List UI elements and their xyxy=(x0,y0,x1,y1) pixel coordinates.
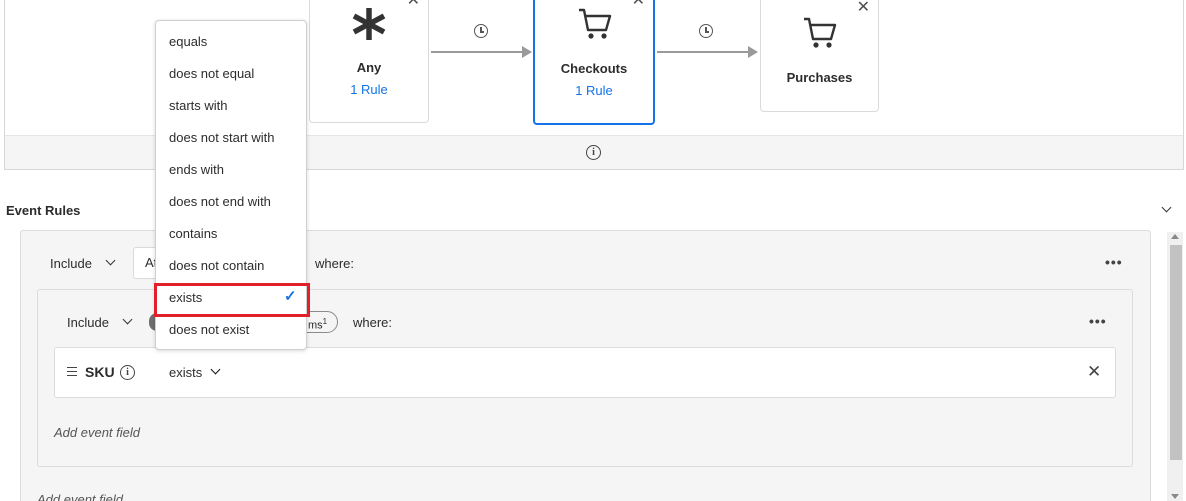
menu-item[interactable]: does not contain xyxy=(156,250,306,282)
cart-icon xyxy=(804,17,837,48)
scroll-down-arrow[interactable] xyxy=(1171,494,1179,499)
add-event-field-link[interactable]: Add event field xyxy=(37,492,123,501)
menu-item[interactable]: equals xyxy=(156,26,306,58)
scrollbar-thumb[interactable] xyxy=(1170,245,1182,460)
clock-icon[interactable] xyxy=(474,24,488,38)
info-icon[interactable]: i xyxy=(120,365,135,380)
asterisk-icon xyxy=(352,8,386,40)
cart-icon xyxy=(579,8,612,39)
badge-sup: 1 xyxy=(322,317,328,326)
menu-item[interactable]: ends with xyxy=(156,154,306,186)
close-icon[interactable]: ✕ xyxy=(407,0,420,9)
field-name: SKU xyxy=(85,364,115,380)
menu-item[interactable]: does not exist xyxy=(156,314,306,346)
add-event-field-link[interactable]: Add event field xyxy=(54,425,140,440)
menu-item[interactable]: starts with xyxy=(156,90,306,122)
include-select[interactable]: Include xyxy=(50,256,92,271)
close-icon[interactable]: ✕ xyxy=(857,0,870,16)
menu-item[interactable]: does not equal xyxy=(156,58,306,90)
menu-item[interactable]: does not end with xyxy=(156,186,306,218)
node-title: Purchases xyxy=(786,70,853,85)
flow-arrow xyxy=(431,51,523,53)
include-select[interactable]: Include xyxy=(67,315,109,330)
menu-item[interactable]: contains xyxy=(156,218,306,250)
event-rules-title: Event Rules xyxy=(6,203,81,218)
remove-field-icon[interactable]: ✕ xyxy=(1087,362,1101,382)
arrowhead xyxy=(748,46,758,58)
badge-text: ms xyxy=(308,319,323,332)
node-title: Any xyxy=(356,60,382,75)
node-title: Checkouts xyxy=(560,61,628,76)
flow-arrow xyxy=(657,51,749,53)
clock-icon[interactable] xyxy=(699,24,713,38)
drag-handle-icon[interactable] xyxy=(67,367,77,376)
where-label: where: xyxy=(315,256,355,271)
flow-node-purchases[interactable]: ✕ Purchases xyxy=(760,0,879,112)
operator-select[interactable]: exists xyxy=(169,365,202,380)
close-icon[interactable]: ✕ xyxy=(632,0,645,9)
info-icon[interactable]: i xyxy=(586,145,601,160)
collapse-chevron-icon[interactable] xyxy=(1161,202,1172,213)
more-options-icon[interactable]: ••• xyxy=(1105,254,1123,270)
node-rule-link[interactable]: 1 Rule xyxy=(535,83,653,98)
node-rule-link[interactable]: 1 Rule xyxy=(310,82,428,97)
flow-node-any[interactable]: ✕ Any 1 Rule xyxy=(309,0,429,123)
arrowhead xyxy=(522,46,532,58)
highlight-box xyxy=(154,283,310,317)
scroll-up-arrow[interactable] xyxy=(1171,234,1179,239)
menu-item[interactable]: does not start with xyxy=(156,122,306,154)
where-label: where: xyxy=(353,315,393,330)
flow-node-checkouts[interactable]: ✕ Checkouts 1 Rule xyxy=(533,0,655,125)
more-options-icon[interactable]: ••• xyxy=(1089,313,1107,329)
